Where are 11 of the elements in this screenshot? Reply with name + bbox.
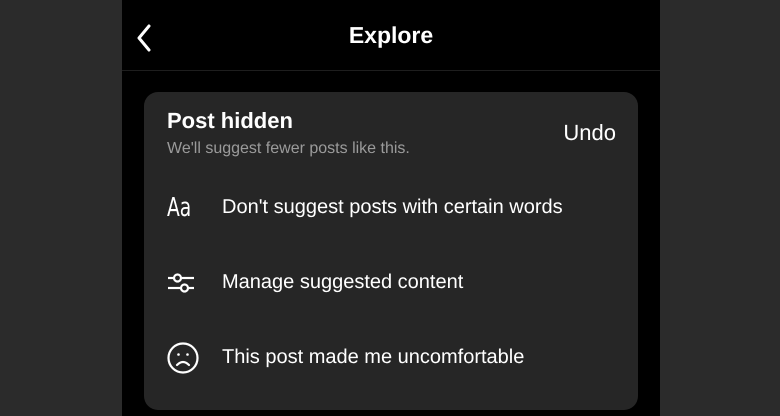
- card-subtitle: We'll suggest fewer posts like this.: [167, 140, 410, 158]
- text-size-icon: Aa: [167, 192, 192, 222]
- undo-button[interactable]: Undo: [563, 120, 616, 146]
- back-icon[interactable]: [136, 24, 152, 52]
- sliders-icon: [167, 272, 195, 294]
- menu-option[interactable]: Don't suggest posts with certain words: [222, 196, 563, 219]
- card-title: Post hidden: [167, 108, 294, 134]
- screen-title: Explore: [348, 22, 434, 48]
- menu-option[interactable]: This post made me uncomfortable: [222, 346, 524, 369]
- sad-face-icon: [167, 342, 199, 374]
- menu-option[interactable]: Manage suggested content: [222, 271, 464, 294]
